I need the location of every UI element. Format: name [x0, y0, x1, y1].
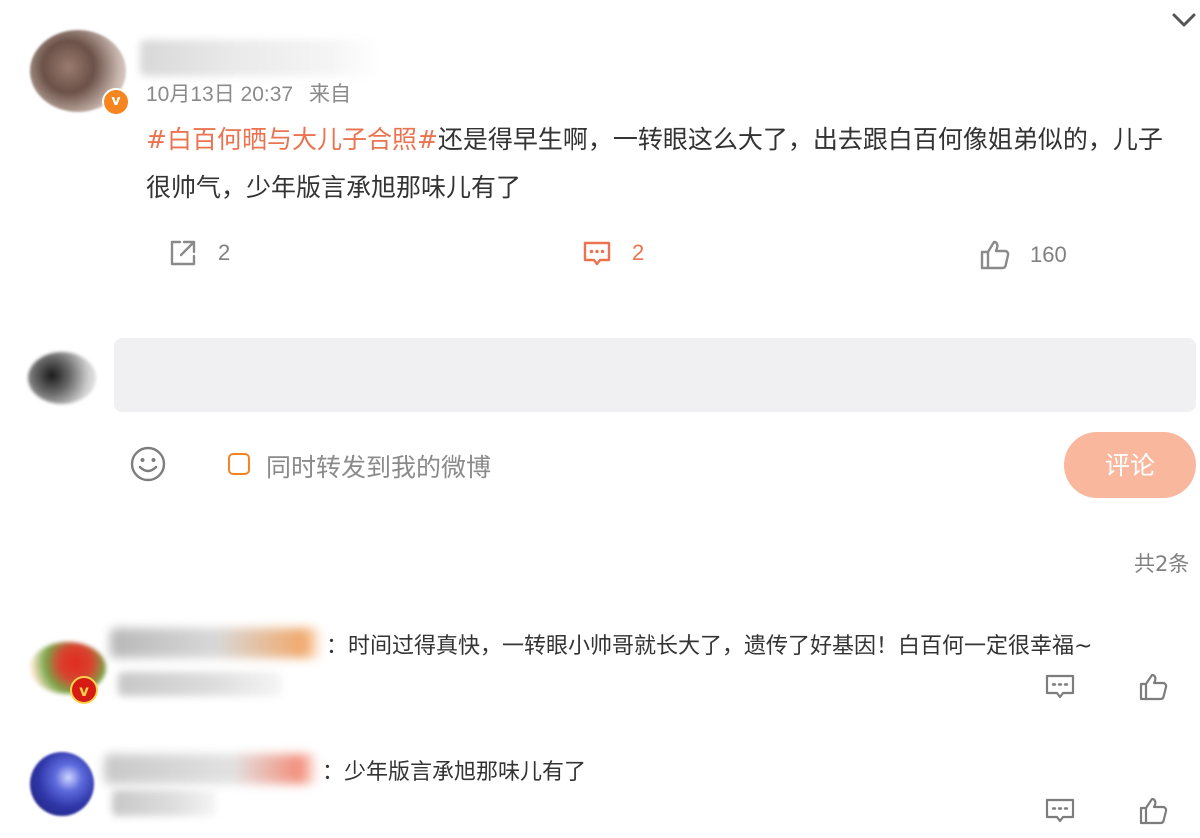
thumbs-up-icon[interactable] — [1138, 672, 1170, 702]
smiley-icon[interactable] — [128, 444, 168, 484]
comment-text: ：少年版言承旭那味儿有了 — [322, 760, 587, 785]
comment-button[interactable]: 2 — [580, 236, 644, 270]
verified-badge: v — [102, 88, 130, 116]
submit-comment-button[interactable]: 评论 — [1064, 432, 1196, 498]
like-count: 160 — [1030, 242, 1067, 267]
post-meta: 10月13日 20:37 来自 — [146, 78, 351, 108]
comment-timestamp-redacted — [118, 672, 282, 696]
comment-text: ：时间过得真快，一转眼小帅哥就长大了，遗传了好基因！白百何一定很幸福~ — [326, 634, 1093, 659]
thumbs-up-icon[interactable] — [1138, 796, 1170, 826]
post-timestamp: 10月13日 20:37 — [146, 83, 294, 106]
verified-badge: v — [70, 676, 98, 704]
hashtag-link[interactable]: #白百何晒与大儿子合照# — [146, 125, 438, 154]
thumbs-up-icon — [980, 240, 1010, 270]
like-button[interactable]: 160 — [978, 238, 1067, 272]
comment-icon — [583, 241, 611, 266]
comment-icon[interactable] — [1044, 796, 1076, 826]
comment-count: 2 — [632, 240, 645, 265]
share-icon — [170, 240, 196, 266]
commenter-name-redacted[interactable] — [104, 754, 318, 784]
repost-checkbox[interactable] — [228, 453, 250, 475]
commenter-name-redacted[interactable] — [110, 628, 322, 658]
post-source: 来自 — [308, 83, 351, 106]
share-count: 2 — [218, 240, 231, 265]
current-user-avatar — [28, 352, 96, 404]
comment-total: 共2条 — [1134, 552, 1190, 576]
repost-label[interactable]: 同时转发到我的微博 — [266, 448, 491, 484]
share-button[interactable]: 2 — [166, 236, 230, 270]
author-name-redacted[interactable] — [140, 40, 380, 76]
comment-icon[interactable] — [1044, 672, 1076, 702]
commenter-avatar[interactable] — [30, 752, 94, 816]
comment-timestamp-redacted — [112, 790, 216, 816]
comment-input[interactable] — [114, 338, 1196, 412]
chevron-down-icon[interactable] — [1168, 6, 1200, 34]
post-content: #白百何晒与大儿子合照#还是得早生啊，一转眼这么大了，出去跟白百何像姐弟似的，儿… — [146, 116, 1186, 212]
